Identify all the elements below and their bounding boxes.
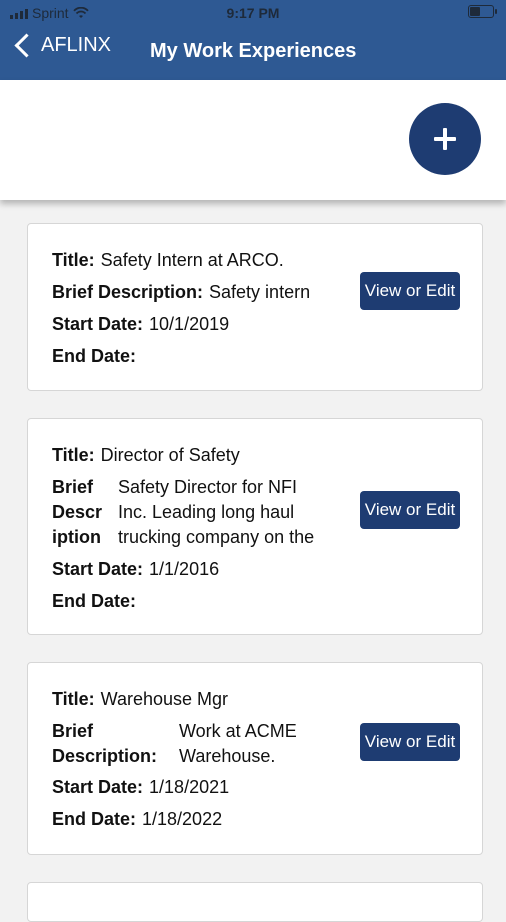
experience-card: Title: Director of Safety Brief Descr ipt… — [27, 418, 483, 635]
start-date-value: 1/1/2016 — [149, 559, 220, 579]
title-value: Safety Intern at ARCO. — [100, 250, 284, 270]
experience-card — [27, 882, 483, 922]
brief-row: Brief Description: Safety intern — [52, 282, 310, 303]
title-value: Warehouse Mgr — [100, 689, 229, 709]
nav-bar: AFLINX My Work Experiences — [0, 30, 506, 74]
title-label: Title: — [52, 445, 95, 465]
end-date-label: End Date: — [52, 346, 137, 366]
end-date-row: End Date: — [52, 346, 142, 367]
start-date-value: 10/1/2019 — [149, 314, 230, 334]
title-row: Title: Safety Intern at ARCO. — [52, 250, 284, 271]
brief-value: Work at ACME Warehouse. — [179, 721, 297, 766]
battery-icon — [468, 5, 497, 18]
app-header: Sprint 9:17 PM AFLINX My Work Experience… — [0, 0, 506, 80]
status-time: 9:17 PM — [226, 5, 280, 21]
back-label: AFLINX — [41, 34, 112, 56]
start-date-row: Start Date: 1/1/2016 — [52, 559, 219, 580]
view-edit-button[interactable]: View or Edit — [360, 491, 460, 529]
title-label: Title: — [52, 689, 95, 709]
start-date-label: Start Date: — [52, 314, 144, 334]
title-row: Title: Director of Safety — [52, 445, 240, 466]
brief-row: Brief Description: Work at ACME Warehous… — [52, 719, 352, 773]
title-label: Title: — [52, 250, 95, 270]
experience-card: Title: Safety Intern at ARCO. Brief Descr… — [27, 223, 483, 391]
brief-label: Brief Descr iption — [52, 477, 103, 547]
end-date-label: End Date: — [52, 809, 137, 829]
start-date-value: 1/18/2021 — [149, 777, 230, 797]
view-edit-button[interactable]: View or Edit — [360, 272, 460, 310]
end-date-value: 1/18/2022 — [142, 809, 223, 829]
chevron-left-icon — [14, 33, 39, 58]
title-row: Title: Warehouse Mgr — [52, 689, 228, 710]
status-bar: Sprint 9:17 PM — [0, 0, 506, 26]
brief-label: Brief Description: — [52, 721, 158, 766]
start-date-label: Start Date: — [52, 777, 144, 797]
start-date-label: Start Date: — [52, 559, 144, 579]
start-date-row: Start Date: 1/18/2021 — [52, 777, 229, 798]
brief-label: Brief Description: — [52, 282, 204, 302]
brief-value: Safety intern — [209, 282, 311, 302]
title-value: Director of Safety — [100, 445, 240, 465]
back-button[interactable]: AFLINX — [12, 33, 112, 58]
add-experience-button[interactable] — [409, 103, 481, 175]
view-edit-button[interactable]: View or Edit — [360, 723, 460, 761]
end-date-row: End Date: — [52, 591, 142, 612]
plus-icon — [434, 128, 456, 150]
end-date-row: End Date: 1/18/2022 — [52, 809, 222, 830]
start-date-row: Start Date: 10/1/2019 — [52, 314, 229, 335]
brief-row: Brief Descr iption Safety Director for N… — [52, 475, 352, 555]
page-title: My Work Experiences — [150, 40, 357, 62]
brief-value: Safety Director for NFI Inc. Leading lon… — [118, 477, 315, 547]
end-date-label: End Date: — [52, 591, 137, 611]
experience-card: Title: Warehouse Mgr Brief Description: W… — [27, 662, 483, 855]
